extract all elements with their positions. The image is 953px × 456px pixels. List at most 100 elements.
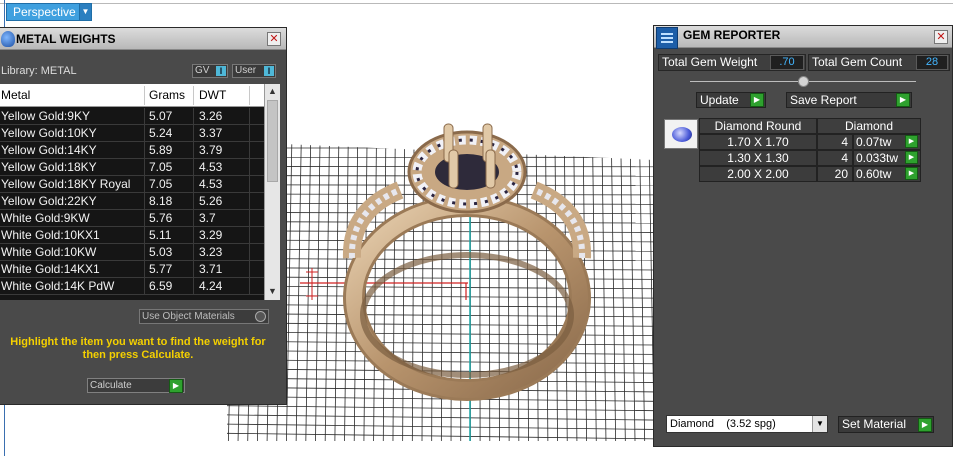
ring-model: [342, 123, 592, 401]
close-icon[interactable]: ✕: [267, 32, 281, 46]
metal-grams: 5.89: [149, 143, 173, 157]
scroll-down-icon[interactable]: ▼: [265, 284, 280, 298]
column-header-grams[interactable]: Grams: [149, 84, 195, 107]
gem-thumbnail[interactable]: [664, 119, 698, 149]
gv-toggle[interactable]: GV I: [192, 64, 228, 78]
close-icon[interactable]: ✕: [934, 30, 948, 44]
table-row[interactable]: White Gold:10KX1 5.11 3.29: [0, 227, 264, 244]
metal-weights-rows: Yellow Gold:9KY 5.07 3.26 Yellow Gold:10KY 5…: [0, 108, 264, 295]
metal-weights-table: Metal Grams DWT Yellow Gold:9KY 5.07 3.26 Y…: [0, 84, 280, 300]
table-row[interactable]: Yellow Gold:10KY 5.24 3.37: [0, 125, 264, 142]
metal-name: Yellow Gold:9KY: [1, 109, 90, 123]
metal-weights-table-header: Metal Grams DWT: [0, 84, 264, 107]
metal-weights-titlebar[interactable]: METAL WEIGHTS ✕: [0, 28, 286, 50]
gem-table-header: Diamond Round Diamond: [699, 118, 921, 134]
metal-grams: 5.24: [149, 126, 173, 140]
metal-name: Yellow Gold:22KY: [1, 194, 97, 208]
table-row[interactable]: White Gold:14KX1 5.77 3.71: [0, 261, 264, 278]
gem-count: 20: [817, 166, 853, 182]
table-row[interactable]: White Gold:9KW 5.76 3.7: [0, 210, 264, 227]
metal-name: Yellow Gold:18KY Royal: [1, 177, 131, 191]
gv-toggle-indicator-icon: I: [216, 66, 226, 76]
gem-table: Diamond Round Diamond 1.70 X 1.70 4 0.07tw…: [699, 118, 921, 182]
save-report-button[interactable]: Save Report ▶: [786, 92, 912, 108]
chevron-down-icon[interactable]: ▼: [79, 4, 91, 20]
use-object-materials-option[interactable]: Use Object Materials: [139, 309, 269, 324]
play-icon[interactable]: ▶: [169, 379, 183, 393]
play-icon[interactable]: ▶: [750, 93, 764, 107]
gem-size: 2.00 X 2.00: [699, 166, 817, 182]
radio-icon[interactable]: [255, 311, 266, 322]
gem-size: 1.30 X 1.30: [699, 150, 817, 166]
table-row[interactable]: Yellow Gold:18KY Royal 7.05 4.53: [0, 176, 264, 193]
column-header-dwt[interactable]: DWT: [199, 84, 249, 107]
diamond-icon: [672, 127, 692, 142]
metal-dwt: 3.71: [199, 262, 223, 276]
table-row[interactable]: 1.30 X 1.30 4 0.033tw ▶: [699, 150, 921, 166]
use-object-materials-label: Use Object Materials: [142, 311, 235, 322]
table-row[interactable]: Yellow Gold:18KY 7.05 4.53: [0, 159, 264, 176]
scroll-up-icon[interactable]: ▲: [265, 84, 280, 98]
metal-grams: 7.05: [149, 177, 173, 191]
gem-count: 4: [817, 134, 853, 150]
column-header-metal[interactable]: Metal: [1, 84, 141, 107]
update-button[interactable]: Update ▶: [696, 92, 766, 108]
table-row[interactable]: Yellow Gold:22KY 8.18 5.26: [0, 193, 264, 210]
material-select[interactable]: Diamond (3.52 spg) ▼: [666, 415, 828, 433]
metal-weights-scrollbar[interactable]: ▲ ▼: [264, 84, 280, 300]
user-toggle[interactable]: User I: [232, 64, 276, 78]
user-toggle-indicator-icon: I: [264, 66, 274, 76]
table-row[interactable]: Yellow Gold:14KY 5.89 3.79: [0, 142, 264, 159]
scroll-thumb[interactable]: [267, 100, 278, 182]
total-gem-count-field: Total Gem Count 28: [808, 54, 950, 71]
table-row[interactable]: 1.70 X 1.70 4 0.07tw ▶: [699, 134, 921, 150]
library-label: Library: METAL: [1, 65, 77, 77]
table-row[interactable]: White Gold:14K PdW 6.59 4.24: [0, 278, 264, 295]
gem-reporter-app-icon: [656, 27, 678, 49]
total-gem-weight-field: Total Gem Weight .70: [658, 54, 806, 71]
metal-dwt: 3.29: [199, 228, 223, 242]
gem-reporter-panel: GEM REPORTER ✕ Total Gem Weight .70 Tota…: [653, 25, 953, 447]
play-icon[interactable]: ▶: [905, 167, 918, 180]
total-gem-weight-value: .70: [770, 55, 804, 70]
play-icon[interactable]: ▶: [918, 418, 932, 432]
chevron-down-icon[interactable]: ▼: [812, 416, 827, 432]
metal-grams: 6.59: [149, 279, 173, 293]
metal-dwt: 3.26: [199, 109, 223, 123]
view-perspective-tab[interactable]: Perspective ▼: [6, 3, 92, 21]
metal-name: White Gold:9KW: [1, 211, 90, 225]
update-label: Update: [700, 93, 739, 107]
table-row[interactable]: White Gold:10KW 5.03 3.23: [0, 244, 264, 261]
calculate-button[interactable]: Calculate ▶: [87, 378, 185, 393]
gem-size: 1.70 X 1.70: [699, 134, 817, 150]
gem-table-rows: 1.70 X 1.70 4 0.07tw ▶ 1.30 X 1.30 4 0.033tw ▶ 2…: [699, 134, 921, 182]
play-icon[interactable]: ▶: [896, 93, 910, 107]
metal-grams: 5.07: [149, 109, 173, 123]
set-material-button[interactable]: Set Material ▶: [838, 416, 934, 433]
calculate-label: Calculate: [90, 380, 132, 391]
gem-reporter-titlebar[interactable]: GEM REPORTER ✕: [654, 26, 952, 49]
slider-handle[interactable]: [798, 76, 809, 87]
metal-name: Yellow Gold:14KY: [1, 143, 97, 157]
metal-weights-title: METAL WEIGHTS: [16, 32, 116, 46]
metal-dwt: 4.53: [199, 177, 223, 191]
table-row[interactable]: 2.00 X 2.00 20 0.60tw ▶: [699, 166, 921, 182]
metal-dwt: 3.37: [199, 126, 223, 140]
total-gem-count-value: 28: [916, 55, 948, 70]
play-icon[interactable]: ▶: [905, 151, 918, 164]
gem-reporter-title: GEM REPORTER: [683, 28, 781, 42]
gv-toggle-label: GV: [195, 65, 210, 76]
metal-grams: 8.18: [149, 194, 173, 208]
table-row[interactable]: Yellow Gold:9KY 5.07 3.26: [0, 108, 264, 125]
metal-dwt: 4.53: [199, 160, 223, 174]
metal-name: White Gold:14K PdW: [1, 279, 115, 293]
metal-name: Yellow Gold:10KY: [1, 126, 97, 140]
material-select-value: Diamond (3.52 spg): [670, 418, 776, 430]
save-report-label: Save Report: [790, 93, 857, 107]
play-icon[interactable]: ▶: [905, 135, 918, 148]
metal-grams: 5.03: [149, 245, 173, 259]
metal-grams: 5.76: [149, 211, 173, 225]
metal-grams: 5.11: [149, 228, 172, 242]
calculate-hint: Highlight the item you want to find the …: [10, 336, 266, 361]
metal-grams: 7.05: [149, 160, 173, 174]
